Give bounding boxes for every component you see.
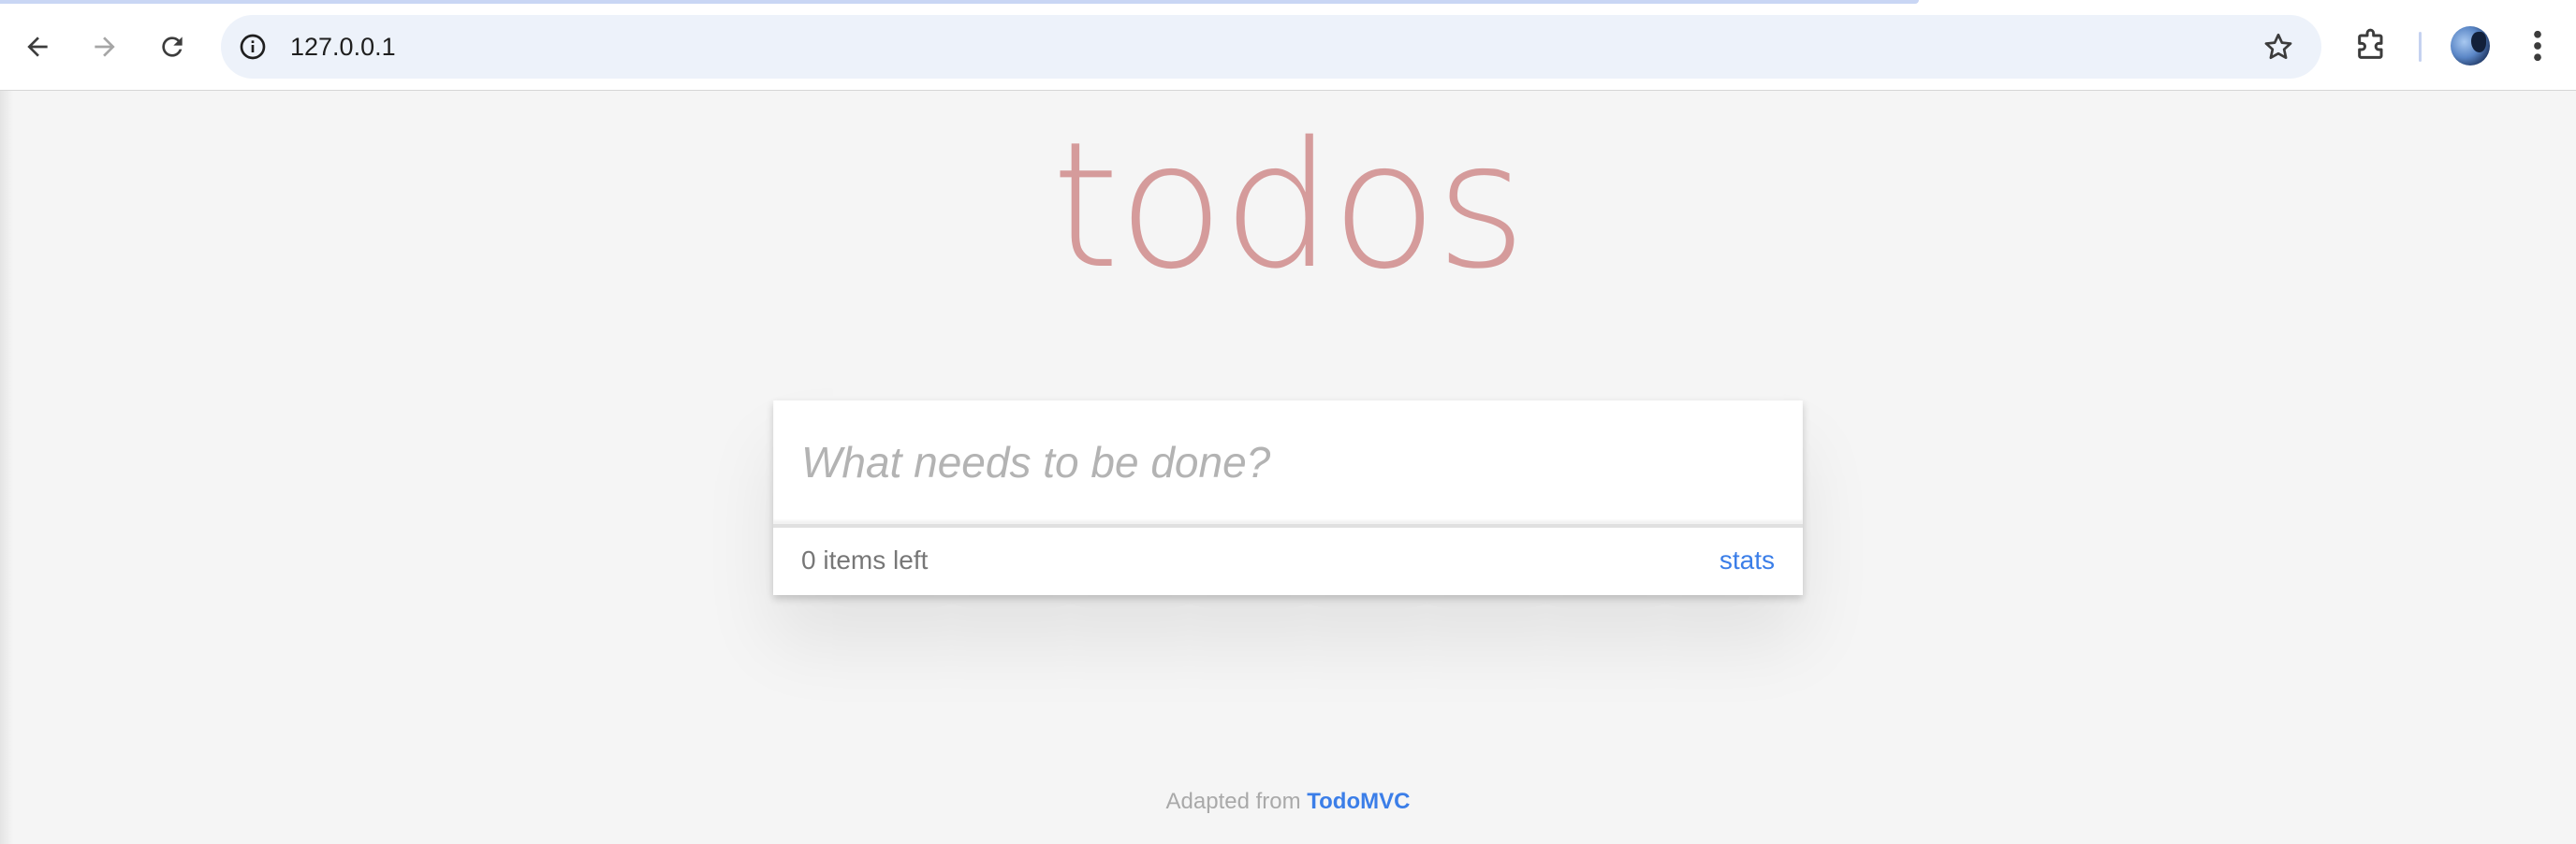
todo-footer: 0 items left stats (773, 524, 1803, 595)
star-icon[interactable] (2261, 30, 2295, 64)
browser-toolbar: 127.0.0.1 (0, 0, 2576, 91)
new-todo-input[interactable] (773, 400, 1803, 524)
todomvc-link[interactable]: TodoMVC (1307, 789, 1410, 814)
forward-button[interactable] (79, 21, 131, 73)
arrow-right-icon (95, 36, 115, 57)
kebab-menu-icon[interactable] (2524, 26, 2552, 65)
url-text[interactable]: 127.0.0.1 (290, 15, 396, 79)
footer-prefix: Adapted from (1165, 789, 1308, 814)
address-bar[interactable]: 127.0.0.1 (221, 15, 2321, 79)
info-icon[interactable] (238, 32, 268, 62)
toolbar-divider (2419, 32, 2422, 62)
reload-icon (162, 36, 183, 57)
items-left-count: 0 items left (801, 546, 929, 575)
page-content: todos 0 items left stats Adapted from To… (0, 91, 2576, 844)
arrow-left-icon (27, 36, 48, 57)
stats-link[interactable]: stats (1720, 528, 1775, 593)
app-title: todos (1051, 104, 1527, 307)
info-footer: Adapted from TodoMVC (0, 789, 2576, 815)
reload-button[interactable] (146, 21, 198, 73)
avatar[interactable] (2451, 26, 2490, 65)
tab-strip (0, 0, 1919, 4)
puzzle-icon[interactable] (2353, 26, 2391, 64)
todo-card: 0 items left stats (773, 400, 1803, 595)
back-button[interactable] (11, 21, 64, 73)
